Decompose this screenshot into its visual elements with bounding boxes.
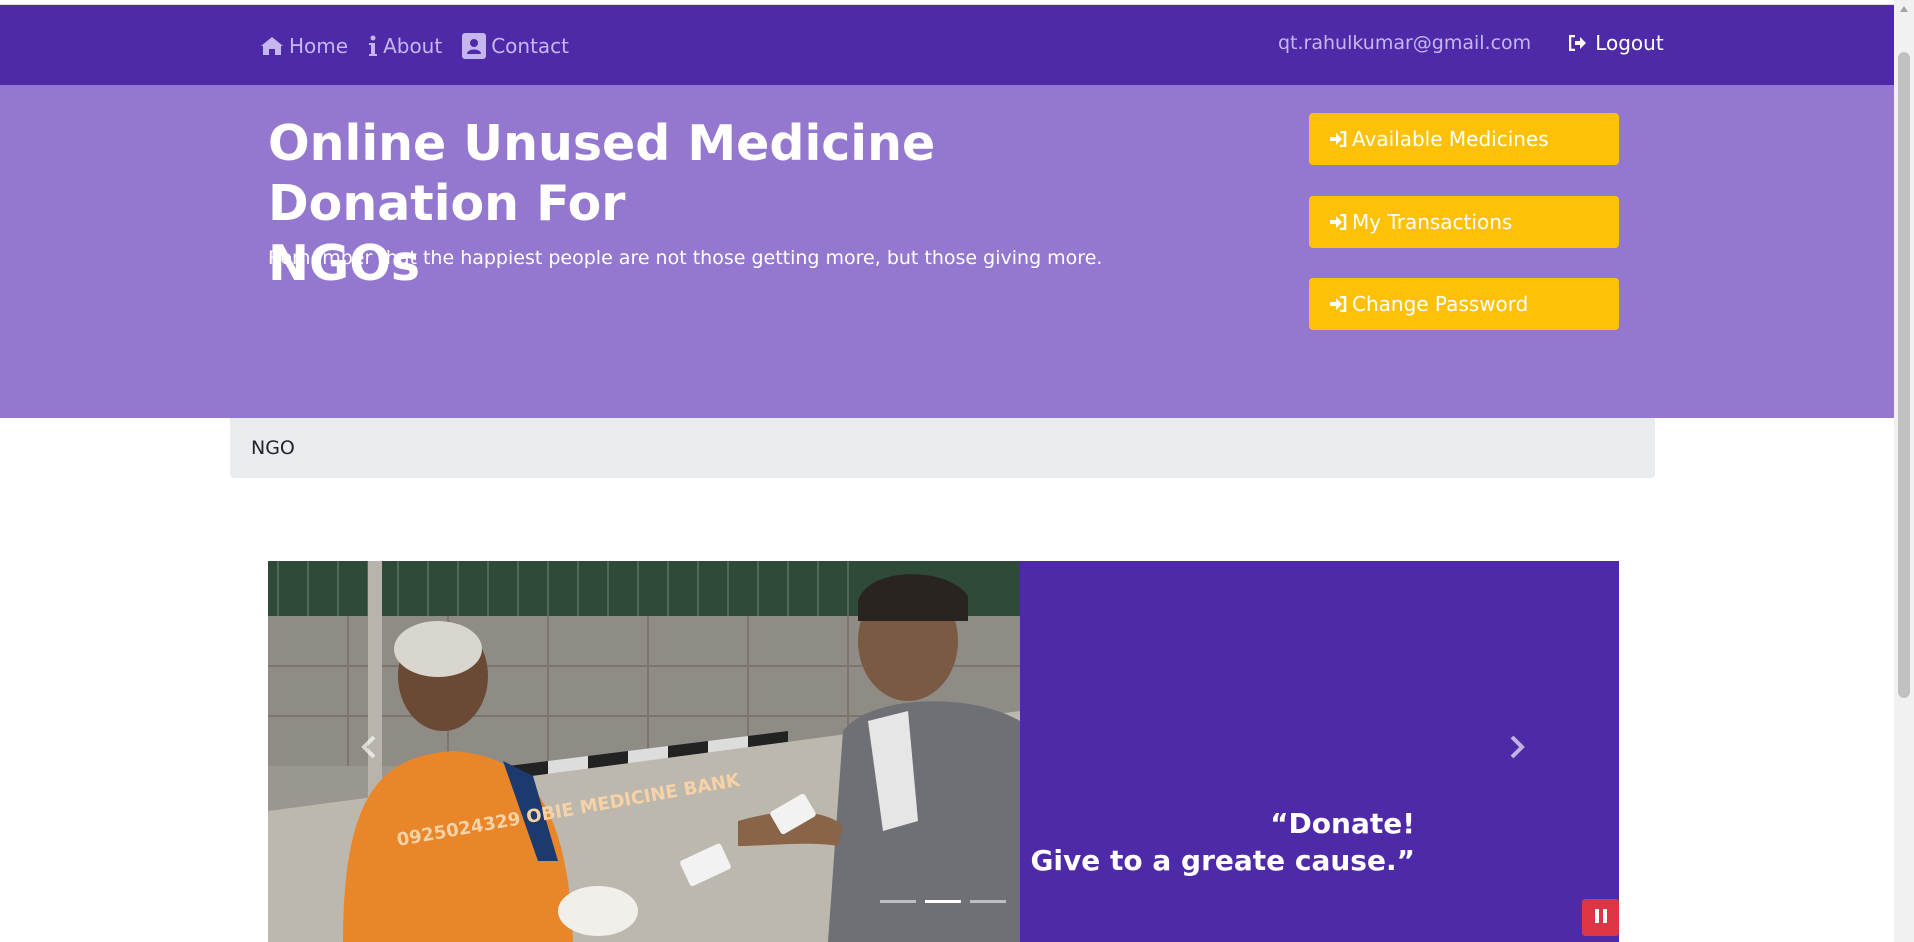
home-icon [260,36,284,56]
change-password-button[interactable]: Change Password [1309,278,1619,330]
info-icon [368,35,378,57]
carousel-indicator-1[interactable] [880,900,916,903]
breadcrumb-item: NGO [251,437,295,459]
carousel-indicator-2[interactable] [925,900,961,903]
nav-user-area: qt.rahulkumar@gmail.com Logout [1278,31,1664,55]
nav-links: Home About Contact [260,33,589,59]
pause-icon [1594,908,1608,928]
navbar: Home About Contact qt.rahulkumar@gmail.c… [0,5,1894,85]
caption-line-1: “Donate! [1270,807,1415,840]
carousel-caption: “Donate! Give to a greate cause.” [1030,805,1415,879]
my-transactions-button[interactable]: My Transactions [1309,196,1619,248]
available-medicines-label: Available Medicines [1352,127,1549,151]
nav-home-label: Home [289,34,349,58]
carousel-next-button[interactable] [1497,729,1537,769]
nav-home-link[interactable]: Home [260,34,348,58]
caption-line-2: Give to a greate cause.” [1030,844,1415,877]
logout-icon [1569,35,1587,51]
carousel-prev-button[interactable] [349,729,389,769]
my-transactions-label: My Transactions [1352,210,1513,234]
sign-in-icon [1329,214,1347,230]
nav-about-link[interactable]: About [368,34,442,58]
page-scrollbar[interactable] [1894,0,1914,942]
chevron-right-icon [1509,735,1525,763]
carousel-indicator-3[interactable] [970,900,1006,903]
available-medicines-button[interactable]: Available Medicines [1309,113,1619,165]
carousel-pause-button[interactable] [1582,899,1619,936]
scroll-up-arrow-icon[interactable] [1900,6,1908,12]
nav-contact-label: Contact [491,34,570,58]
contact-card-icon [462,33,487,59]
user-email: qt.rahulkumar@gmail.com [1278,32,1532,54]
hero-subtitle: Remember that the happiest people are no… [268,247,1103,269]
change-password-label: Change Password [1352,292,1529,316]
logout-link[interactable]: Logout [1569,31,1664,55]
hero-section: Online Unused Medicine Donation For NGOs… [0,85,1894,418]
title-line-1: Online Unused Medicine Donation For [268,115,936,232]
sign-in-icon [1329,131,1347,147]
nav-contact-link[interactable]: Contact [462,33,569,59]
page: Home About Contact qt.rahulkumar@gmail.c… [0,0,1914,942]
breadcrumb: NGO [230,418,1655,478]
scrollbar-thumb[interactable] [1898,52,1910,698]
chevron-left-icon [361,735,377,763]
logout-label: Logout [1595,31,1664,55]
carousel-indicators [880,900,1015,903]
image-carousel: 0925024329 OBIE MEDICINE BANK “Donate! G… [268,561,1619,942]
nav-about-label: About [383,34,443,58]
sign-in-icon [1329,296,1347,312]
